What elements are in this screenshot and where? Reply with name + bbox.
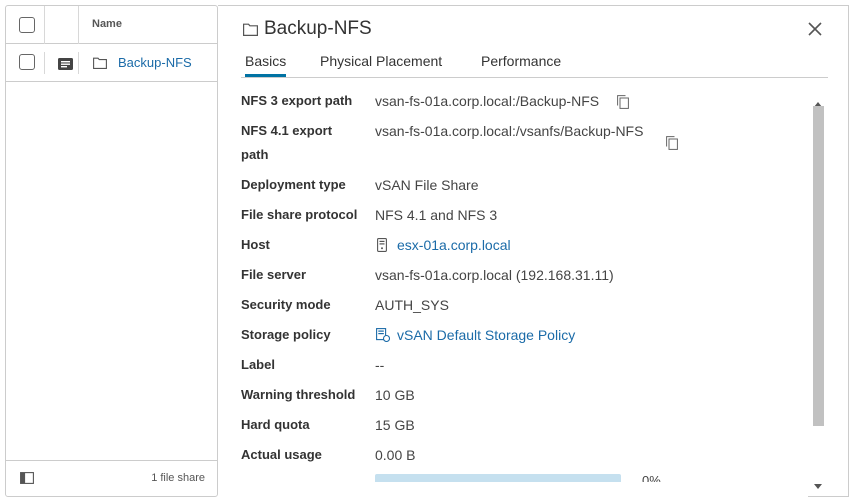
column-separator (78, 52, 79, 74)
item-count: 1 file share (151, 472, 205, 484)
folder-icon (243, 23, 258, 41)
tab-bar: Basics Physical Placement Performance (241, 49, 828, 78)
details-panel: Backup-NFS Basics Physical Placement Per… (218, 5, 849, 498)
column-header-name[interactable]: Name (92, 18, 122, 30)
deployment-type-label: Deployment type (241, 177, 346, 192)
column-toggle-icon[interactable] (20, 471, 34, 489)
host-link[interactable]: esx-01a.corp.local (397, 235, 511, 255)
clip-mask (218, 482, 808, 498)
actual-usage-label: Actual usage (241, 447, 322, 462)
file-server-label: File server (241, 267, 307, 282)
label-label: Label (241, 357, 275, 372)
grid-header: Name (6, 6, 217, 44)
close-icon[interactable] (808, 22, 822, 41)
label-value: -- (375, 357, 385, 373)
file-share-protocol-label: File share protocol (241, 207, 358, 222)
actual-usage-value: 0.00 B (375, 447, 416, 463)
file-share-protocol-value: NFS 4.1 and NFS 3 (375, 207, 498, 223)
column-separator (78, 6, 79, 44)
details-icon[interactable] (58, 57, 73, 75)
file-server-value: vsan-fs-01a.corp.local (192.168.31.11) (375, 267, 614, 283)
warning-threshold-label: Warning threshold (241, 387, 356, 402)
row-checkbox[interactable] (19, 54, 35, 70)
hard-quota-value: 15 GB (375, 417, 415, 433)
deployment-type-value: vSAN File Share (375, 177, 479, 193)
nfs41-export-path-value: vsan-fs-01a.corp.local:/vsanfs/Backup-NF… (375, 123, 644, 139)
grid-footer: 1 file share (6, 460, 217, 496)
nfs41-export-path-label-cont: path (241, 147, 269, 162)
copy-icon[interactable] (617, 95, 629, 114)
nfs41-export-path-label: NFS 4.1 export (241, 123, 333, 138)
storage-policy-icon (376, 328, 391, 347)
storage-policy-link[interactable]: vSAN Default Storage Policy (397, 325, 575, 345)
storage-policy-label: Storage policy (241, 327, 331, 342)
nfs3-export-path-label: NFS 3 export path (241, 93, 353, 108)
host-label: Host (241, 237, 270, 252)
folder-icon (93, 56, 107, 74)
column-separator (44, 6, 45, 44)
tab-physical-placement[interactable]: Physical Placement (320, 53, 442, 74)
hard-quota-label: Hard quota (241, 417, 310, 432)
warning-threshold-value: 10 GB (375, 387, 415, 403)
file-share-link[interactable]: Backup-NFS (118, 55, 192, 70)
copy-icon[interactable] (666, 136, 678, 155)
tab-basics[interactable]: Basics (245, 53, 287, 77)
table-row[interactable]: Backup-NFS (6, 44, 217, 82)
scrollbar[interactable] (809, 89, 826, 489)
column-separator (44, 52, 45, 74)
select-all-checkbox[interactable] (19, 17, 35, 33)
security-mode-value: AUTH_SYS (375, 297, 449, 313)
tab-performance[interactable]: Performance (481, 53, 561, 74)
file-share-grid: Name Backup-NFS 1 file share (5, 5, 218, 497)
panel-title: Backup-NFS (264, 18, 372, 39)
scroll-down-icon[interactable] (814, 476, 822, 494)
scroll-thumb[interactable] (813, 106, 824, 426)
security-mode-label: Security mode (241, 297, 331, 312)
host-icon (377, 238, 387, 257)
nfs3-export-path-value: vsan-fs-01a.corp.local:/Backup-NFS (375, 93, 600, 109)
